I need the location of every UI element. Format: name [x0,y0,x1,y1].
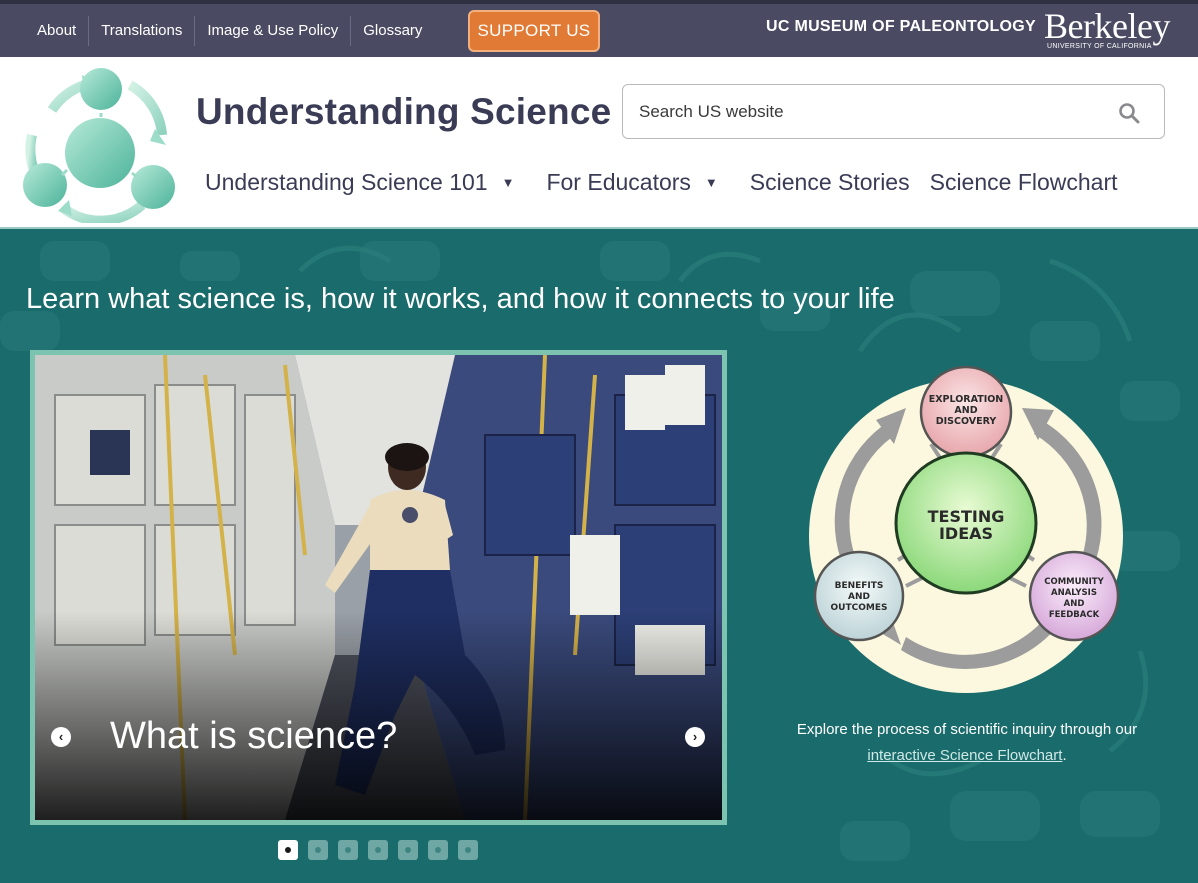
caret-down-icon[interactable]: ▼ [502,175,515,190]
slide-dot[interactable] [398,840,418,860]
svg-text:COMMUNITY: COMMUNITY [1044,577,1104,587]
hero-section: Learn what science is, how it works, and… [0,231,1198,883]
slide-dot[interactable] [278,840,298,860]
search-box [622,84,1165,139]
main-nav: Understanding Science 101 ▼ For Educator… [205,169,1138,196]
image-slider[interactable]: What is science? ‹ › [30,350,727,825]
nav-understanding-science-101[interactable]: Understanding Science 101 ▼ [205,169,526,196]
next-slide-icon[interactable]: › [685,727,705,747]
svg-text:ANALYSIS: ANALYSIS [1051,588,1097,598]
support-us-button[interactable]: SUPPORT US [468,10,600,52]
berkeley-subtitle: UNIVERSITY OF CALIFORNIA [1047,43,1152,50]
glossary-link[interactable]: Glossary [351,16,434,46]
translations-link[interactable]: Translations [89,16,196,46]
slide-dot[interactable] [308,840,328,860]
nav-label: Understanding Science 101 [205,169,488,195]
flowchart-text-post: . [1062,747,1067,764]
nav-label: For Educators [546,169,691,195]
search-icon[interactable] [1118,102,1140,124]
svg-text:DISCOVERY: DISCOVERY [936,416,997,427]
svg-text:AND: AND [1064,599,1085,609]
site-title[interactable]: Understanding Science [196,91,611,133]
understanding-science-logo-icon[interactable] [22,65,180,223]
flowchart-text-pre: Explore the process of scientific inquir… [796,721,1138,738]
berkeley-wordmark: Berkeley [1044,6,1170,46]
slide-caption[interactable]: What is science? [110,715,397,758]
slide-dot[interactable] [428,840,448,860]
previous-slide-icon[interactable]: ‹ [51,727,71,747]
image-use-policy-link[interactable]: Image & Use Policy [195,16,352,46]
ucmp-link[interactable]: UC MUSEUM OF PALEONTOLOGY [766,18,1036,36]
svg-text:AND: AND [848,592,870,602]
flowchart-description: Explore the process of scientific inquir… [790,717,1144,769]
nav-science-stories[interactable]: Science Stories [750,169,910,196]
about-link[interactable]: About [25,16,90,46]
top-bar: About Translations Image & Use Policy Gl… [0,0,1198,57]
slide-dot[interactable] [458,840,478,860]
nav-label: Science Flowchart [929,169,1118,195]
science-flowchart-diagram[interactable]: EXPLORATION AND DISCOVERY TESTING IDEAS … [806,360,1130,696]
hero-tagline: Learn what science is, how it works, and… [26,283,895,315]
search-input[interactable] [639,98,1109,126]
slide-dot[interactable] [368,840,388,860]
nav-for-educators[interactable]: For Educators ▼ [546,169,729,196]
svg-text:EXPLORATION: EXPLORATION [929,394,1004,405]
nav-science-flowchart[interactable]: Science Flowchart [930,169,1118,196]
svg-text:FEEDBACK: FEEDBACK [1049,610,1100,620]
slide-dot[interactable] [338,840,358,860]
nav-label: Science Stories [749,169,910,195]
svg-text:IDEAS: IDEAS [939,524,993,543]
svg-text:OUTCOMES: OUTCOMES [831,603,888,613]
berkeley-logo[interactable]: Berkeley UNIVERSITY OF CALIFORNIA [1044,6,1170,55]
svg-text:AND: AND [954,405,977,416]
caret-down-icon[interactable]: ▼ [705,175,718,190]
top-links: About Translations Image & Use Policy Gl… [25,15,434,47]
slider-pagination [278,840,488,860]
svg-text:BENEFITS: BENEFITS [835,581,884,591]
site-header: Understanding Science Understanding Scie… [0,57,1198,229]
interactive-flowchart-link[interactable]: interactive Science Flowchart [867,747,1062,764]
